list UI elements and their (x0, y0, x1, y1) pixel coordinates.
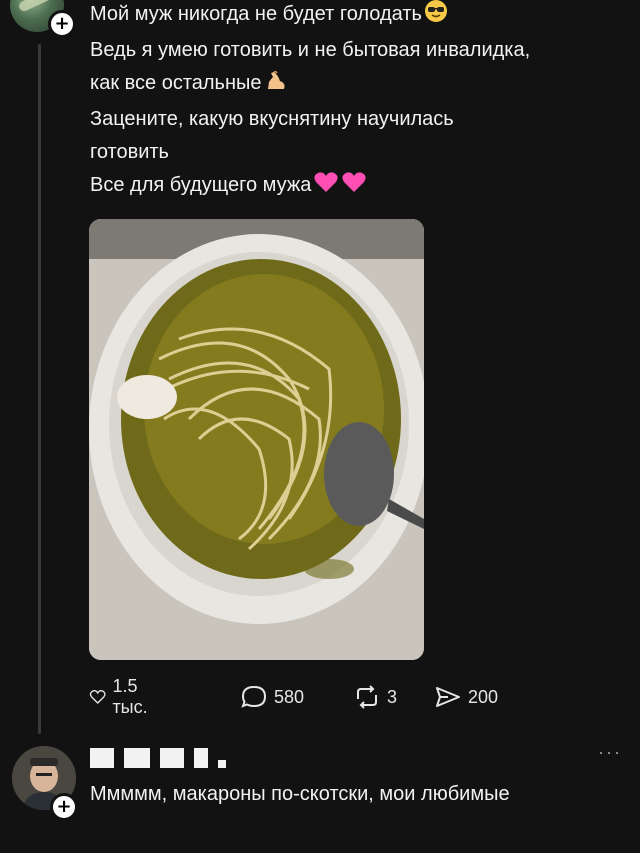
post-line-4: Зацените, какую вкуснятину научилась (90, 108, 454, 130)
flexed-biceps-emoji-icon (264, 68, 288, 103)
follow-plus-icon[interactable]: + (48, 10, 76, 38)
thread-line (38, 44, 41, 734)
repost-button[interactable]: 3 (353, 682, 397, 712)
post-line-5: готовить (90, 141, 169, 163)
post-line-2: Ведь я умею готовить и не бытовая инвали… (90, 39, 531, 61)
pink-heart-emoji-icon (313, 170, 339, 205)
comment-count: 580 (274, 686, 305, 707)
comment-bubble-icon (241, 685, 267, 708)
repost-count: 3 (387, 686, 398, 707)
repost-icon (357, 685, 377, 709)
send-arrow-icon (436, 687, 460, 707)
post-line-6: Все для будущего мужа (90, 169, 630, 205)
like-button[interactable]: 1.5 тыс. (89, 676, 156, 717)
share-button[interactable]: 200 (434, 682, 498, 712)
pink-heart-emoji-icon (341, 170, 367, 205)
post-photo[interactable] (89, 219, 424, 660)
comment-button[interactable]: 580 (240, 682, 304, 712)
post-text: Мой муж никогда не будет голодать Ведь я… (90, 0, 630, 205)
follow-plus-icon[interactable]: + (50, 793, 78, 821)
share-count: 200 (468, 686, 499, 707)
like-count: 1.5 тыс. (112, 676, 148, 717)
post-line-1: Мой муж никогда не будет голодать (90, 0, 630, 34)
post-line-3: как все остальные (90, 67, 630, 103)
more-options-icon[interactable]: ··· (598, 742, 622, 763)
reply-username-redacted[interactable] (90, 748, 236, 770)
sunglasses-emoji-icon (424, 0, 448, 34)
reply-text: Ммммм, макароны по-скотски, мои любимые (90, 783, 510, 805)
heart-outline-icon (89, 690, 106, 704)
